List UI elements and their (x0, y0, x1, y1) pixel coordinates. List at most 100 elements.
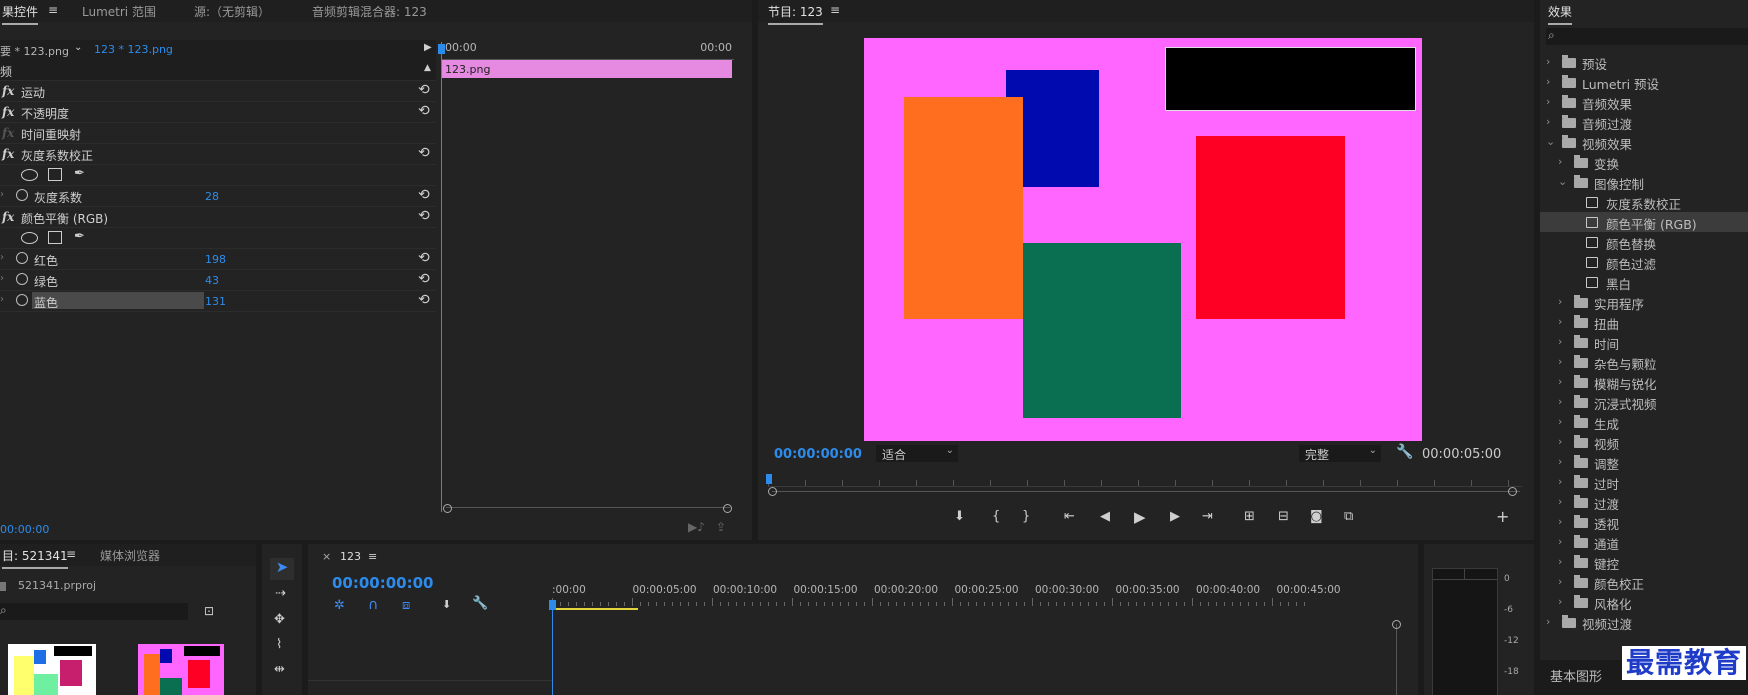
reset-icon[interactable]: ⟲ (418, 292, 430, 308)
chevron-down-icon[interactable]: ⌄ (74, 42, 82, 53)
fx-icon[interactable]: fx (2, 84, 14, 98)
chevron-right-icon[interactable]: › (1546, 95, 1550, 108)
chevron-right-icon[interactable]: › (1546, 75, 1550, 88)
reset-icon[interactable]: ⟲ (418, 250, 430, 266)
chevron-down-icon[interactable]: ⌄ (1546, 135, 1555, 148)
quality-dropdown[interactable]: 完整 ⌄ (1299, 445, 1381, 462)
tab-media-browser[interactable]: 媒体浏览器 (100, 547, 160, 564)
param-row-blue[interactable]: › 蓝色 131 ⟲ (0, 291, 436, 312)
effects-tree-item[interactable]: › 实用程序 (1540, 292, 1748, 312)
add-button-icon[interactable]: + (1496, 507, 1509, 526)
rect-mask-icon[interactable] (48, 168, 62, 181)
chevron-right-icon[interactable]: › (1558, 155, 1562, 168)
stopwatch-icon[interactable] (16, 189, 28, 201)
selection-tool-icon[interactable]: ➤ (270, 558, 294, 580)
mark-out-icon[interactable]: } (1022, 509, 1030, 524)
ellipse-mask-icon[interactable] (21, 169, 38, 181)
thumbnail-2[interactable] (138, 644, 224, 695)
effects-search-input[interactable]: ⌕ (1546, 28, 1748, 45)
tab-program[interactable]: 节目: 123 (768, 3, 823, 25)
effects-tree-item[interactable]: › 过时 (1540, 472, 1748, 492)
ec-clip-bar[interactable]: 123.png (441, 60, 732, 78)
effects-tree-item[interactable]: 黑白 (1540, 272, 1748, 292)
param-value[interactable]: 43 (205, 274, 219, 287)
ec-scroll-right-handle[interactable] (723, 504, 732, 513)
comparison-view-icon[interactable]: ⧉ (1344, 509, 1353, 524)
effect-row-time-remap[interactable]: fx 时间重映射 (0, 123, 436, 144)
add-marker-icon[interactable]: ⬇ (442, 598, 451, 611)
effects-tree-item[interactable]: 颜色替换 (1540, 232, 1748, 252)
panel-menu-icon[interactable]: ≡ (830, 3, 840, 17)
panel-menu-icon[interactable]: ≡ (66, 547, 76, 561)
lift-icon[interactable]: ⊞ (1244, 509, 1255, 524)
export-icon[interactable]: ⇪ (716, 520, 726, 534)
effects-tree-item[interactable]: › 生成 (1540, 412, 1748, 432)
effect-row-opacity[interactable]: fx 不透明度 ⟲ (0, 102, 436, 123)
reset-icon[interactable]: ⟲ (418, 208, 430, 224)
chevron-right-icon[interactable]: › (1558, 555, 1562, 568)
effects-tree-item[interactable]: › 透视 (1540, 512, 1748, 532)
chevron-right-icon[interactable]: › (1558, 295, 1562, 308)
effects-tree-item[interactable]: ⌄ 视频效果 (1540, 132, 1748, 152)
param-row-gamma[interactable]: › 灰度系数 28 ⟲ (0, 186, 436, 207)
param-value[interactable]: 28 (205, 190, 219, 203)
tab-effects[interactable]: 效果 (1548, 3, 1573, 25)
reset-icon[interactable]: ⟲ (418, 82, 430, 98)
step-back-icon[interactable]: ◀ (1100, 509, 1110, 524)
effects-tree-item[interactable]: › 键控 (1540, 552, 1748, 572)
chevron-right-icon[interactable]: › (1558, 415, 1562, 428)
pen-mask-icon[interactable]: ✒ (74, 166, 85, 181)
stopwatch-icon[interactable] (16, 273, 28, 285)
essential-graphics-tab[interactable]: 基本图形 (1550, 666, 1602, 685)
chevron-right-icon[interactable]: › (1558, 595, 1562, 608)
panel-menu-icon[interactable]: ≡ (48, 3, 58, 17)
effects-tree-item[interactable]: › 扭曲 (1540, 312, 1748, 332)
step-forward-icon[interactable]: ▶ (1170, 509, 1180, 524)
effect-row-color-balance[interactable]: fx 颜色平衡 (RGB) ⟲ (0, 207, 436, 228)
chevron-right-icon[interactable]: › (1558, 375, 1562, 388)
effects-tree-item[interactable]: › 颜色校正 (1540, 572, 1748, 592)
effects-tree-item[interactable]: › 视频过渡 (1540, 612, 1748, 632)
ec-scrollbar[interactable] (446, 507, 730, 514)
clip-label[interactable]: 123 * 123.png (94, 43, 173, 56)
effects-tree-item[interactable]: › 模糊与锐化 (1540, 372, 1748, 392)
program-playhead[interactable] (766, 474, 772, 484)
play-icon[interactable]: ▶ (1134, 508, 1146, 526)
ec-playhead[interactable] (441, 42, 442, 512)
slip-tool-icon[interactable]: ⇹ (274, 662, 285, 677)
linked-selection-icon[interactable]: ⧈ (402, 598, 410, 613)
effects-tree-item[interactable]: › 时间 (1540, 332, 1748, 352)
timeline-playhead[interactable] (552, 604, 553, 695)
chevron-right-icon[interactable]: › (1558, 335, 1562, 348)
effect-row-gamma[interactable]: fx 灰度系数校正 ⟲ (0, 144, 436, 165)
nest-icon[interactable]: ✲ (334, 598, 345, 613)
fit-dropdown[interactable]: 适合 ⌄ (876, 445, 958, 462)
export-frame-icon[interactable]: ◙ (1310, 509, 1323, 524)
program-canvas[interactable] (864, 38, 1422, 441)
ec-scroll-left-handle[interactable] (443, 504, 452, 513)
tab-lumetri-scopes[interactable]: Lumetri 范围 (82, 3, 156, 20)
pen-mask-icon[interactable]: ✒ (74, 229, 85, 244)
fx-icon[interactable]: fx (2, 105, 14, 119)
effects-tree-item[interactable]: › 杂色与颗粒 (1540, 352, 1748, 372)
effects-tree-item[interactable]: › 调整 (1540, 452, 1748, 472)
zoom-left-handle[interactable] (768, 487, 777, 496)
tab-sequence[interactable]: 123 (340, 550, 361, 563)
chevron-right-icon[interactable]: › (1558, 475, 1562, 488)
play-arrow-icon[interactable]: ▶ (424, 42, 432, 53)
play-audio-icon[interactable]: ▶♪ (688, 520, 705, 534)
chevron-right-icon[interactable]: › (1558, 435, 1562, 448)
effects-tree-item[interactable]: › Lumetri 预设 (1540, 72, 1748, 92)
snap-icon[interactable]: ∩ (368, 597, 378, 613)
project-search-input[interactable]: ⌕ (0, 603, 188, 620)
mark-in-icon[interactable]: { (992, 509, 1000, 524)
chevron-right-icon[interactable]: › (1546, 115, 1550, 128)
effects-tree-item[interactable]: › 视频 (1540, 432, 1748, 452)
param-row-red[interactable]: › 红色 198 ⟲ (0, 249, 436, 270)
timeline-v-scrollbar[interactable] (1396, 624, 1397, 695)
track-select-tool-icon[interactable]: ⇢ (275, 586, 286, 601)
effect-row-motion[interactable]: fx 运动 ⟲ (0, 81, 436, 102)
ec-playhead-handle[interactable] (438, 44, 445, 54)
param-value[interactable]: 131 (205, 295, 226, 308)
new-bin-icon[interactable]: ⊡ (204, 604, 214, 618)
